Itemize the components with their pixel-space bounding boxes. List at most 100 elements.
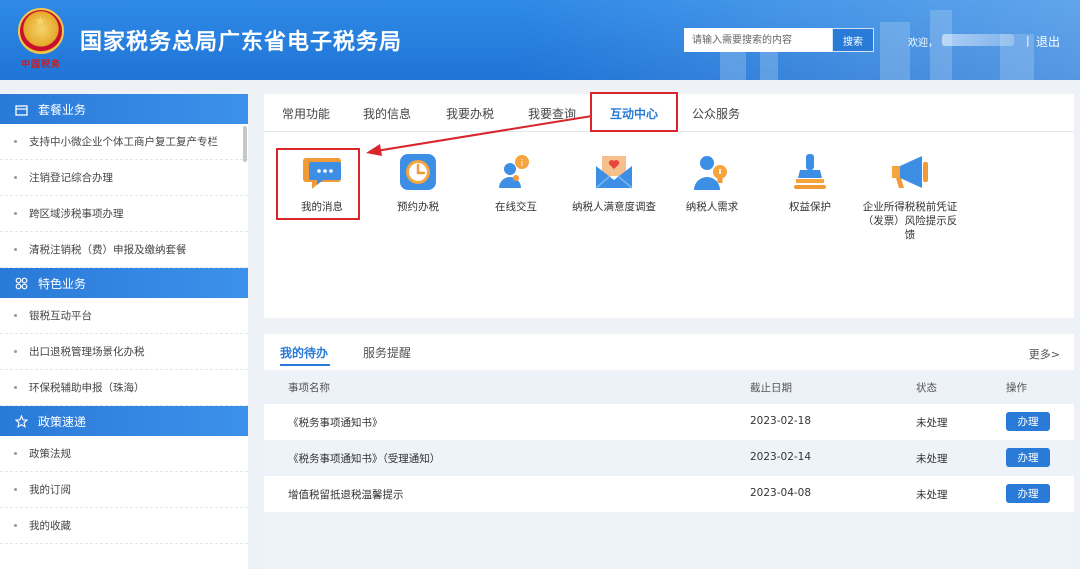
seal-stamp-icon [790, 152, 830, 192]
highlight-box-my-messages [276, 148, 360, 220]
bullet-icon [14, 452, 17, 455]
site-title: 国家税务总局广东省电子税务局 [80, 30, 403, 55]
tab-common-functions[interactable]: 常用功能 [282, 105, 330, 122]
annotation-arrow-icon [366, 115, 593, 156]
person-lightbulb-icon [692, 152, 732, 192]
tax-seal-logo: 中国税务 [20, 60, 61, 70]
column-header: 截止日期 [750, 382, 792, 394]
sidebar-item-label: 注销登记综合办理 [29, 172, 113, 184]
feature-appointment[interactable]: 预约办税 [370, 152, 466, 214]
sidebar-item-label: 我的收藏 [29, 520, 71, 532]
tab-service-reminders[interactable]: 服务提醒 [363, 344, 411, 361]
handle-button[interactable]: 办理 [1006, 484, 1050, 503]
task-name: 《税务事项通知书》（受理通知） [288, 453, 441, 465]
search-button[interactable]: 搜索 [832, 28, 874, 52]
sidebar-section-featured[interactable]: 特色业务 [0, 268, 248, 298]
header-bar: ★ 中国税务 国家税务总局广东省电子税务局 搜索 欢迎， | 退出 [0, 0, 1080, 80]
sidebar-item[interactable]: 政策法规 [0, 436, 248, 472]
bullet-icon [14, 176, 17, 179]
column-header: 操作 [1006, 382, 1027, 394]
sidebar-item[interactable]: 我的收藏 [0, 508, 248, 544]
sidebar-item-label: 我的订阅 [29, 484, 71, 496]
task-deadline: 2023-02-18 [750, 415, 812, 427]
table-row: 增值税留抵退税温馨提示 2023-04-08 未处理 办理 [264, 476, 1074, 512]
bullet-icon [14, 212, 17, 215]
feature-taxpayer-needs[interactable]: 纳税人需求 [664, 152, 760, 214]
section-title: 特色业务 [38, 276, 87, 291]
table-row: 《税务事项通知书》（受理通知） 2023-02-14 未处理 办理 [264, 440, 1074, 476]
bullet-icon [14, 140, 17, 143]
megaphone-icon [890, 152, 930, 192]
more-link[interactable]: 更多> [1029, 346, 1060, 362]
sidebar-item[interactable]: 注销登记综合办理 [0, 160, 248, 196]
task-status: 未处理 [916, 453, 948, 465]
feature-label: 权益保护 [789, 201, 831, 213]
sidebar-item-label: 银税互动平台 [29, 310, 92, 322]
sidebar-item-label: 跨区域涉税事项办理 [29, 208, 124, 220]
header-separator: | [1026, 34, 1030, 47]
task-status: 未处理 [916, 417, 948, 429]
sidebar-item[interactable]: 支持中小微企业个体工商户复工复产专栏 [0, 124, 248, 160]
sidebar-item[interactable]: 我的订阅 [0, 472, 248, 508]
sidebar-item-label: 出口退税管理场景化办税 [29, 346, 145, 358]
sidebar-item-label: 清税注销税（费）申报及缴纳套餐 [29, 244, 187, 256]
svg-text:i: i [521, 159, 524, 169]
table-empty-area [264, 512, 1074, 569]
bullet-icon [14, 248, 17, 251]
column-header: 状态 [916, 382, 937, 394]
feature-label: 在线交互 [495, 201, 537, 213]
box-icon [14, 102, 28, 116]
handle-button[interactable]: 办理 [1006, 448, 1050, 467]
sidebar-item-label: 环保税辅助申报（珠海） [29, 382, 145, 394]
feature-label: 企业所得税税前凭证（发票）风险提示反馈 [862, 201, 958, 241]
task-deadline: 2023-04-08 [750, 487, 812, 499]
envelope-heart-icon [594, 152, 634, 192]
highlight-box-interaction-tab [590, 92, 678, 132]
emblem-star-icon: ★ [34, 14, 47, 30]
column-header: 事项名称 [288, 382, 330, 394]
bullet-icon [14, 524, 17, 527]
skyline-building [880, 22, 910, 80]
sidebar-item[interactable]: 出口退税管理场景化办税 [0, 334, 248, 370]
feature-label: 预约办税 [397, 201, 439, 213]
sidebar-item-label: 支持中小微企业个体工商户复工复产专栏 [29, 136, 218, 148]
welcome-text: 欢迎， [908, 38, 938, 49]
sidebar-item[interactable]: 银税互动平台 [0, 298, 248, 334]
feature-label: 纳税人满意度调查 [572, 201, 656, 213]
sidebar-section-package[interactable]: 套餐业务 [0, 94, 248, 124]
sidebar: 套餐业务 支持中小微企业个体工商户复工复产专栏 注销登记综合办理 跨区域涉税事项… [0, 94, 248, 569]
feature-label: 纳税人需求 [685, 201, 739, 213]
sidebar-item-label: 政策法规 [29, 448, 71, 460]
task-status: 未处理 [916, 489, 948, 501]
tab-my-todo[interactable]: 我的待办 [280, 344, 328, 361]
section-title: 政策速递 [38, 414, 87, 429]
todo-panel: 我的待办 服务提醒 更多> 事项名称 截止日期 状态 操作 《税务事项通知书》 … [264, 334, 1074, 569]
table-row: 《税务事项通知书》 2023-02-18 未处理 办理 [264, 404, 1074, 440]
star-icon [14, 414, 28, 428]
active-tab-underline [280, 364, 330, 366]
grid-icon [14, 276, 28, 290]
logout-link[interactable]: 退出 [1036, 33, 1060, 50]
tab-public-services[interactable]: 公众服务 [692, 105, 740, 122]
task-deadline: 2023-02-14 [750, 451, 812, 463]
feature-satisfaction-survey[interactable]: 纳税人满意度调查 [566, 152, 662, 214]
bullet-icon [14, 488, 17, 491]
handle-button[interactable]: 办理 [1006, 412, 1050, 431]
sidebar-item[interactable]: 跨区域涉税事项办理 [0, 196, 248, 232]
feature-rights-protection[interactable]: 权益保护 [762, 152, 858, 214]
table-header: 事项名称 截止日期 状态 操作 [264, 370, 1074, 404]
feature-invoice-risk-feedback[interactable]: 企业所得税税前凭证（发票）风险提示反馈 [860, 152, 960, 242]
search-input[interactable] [684, 28, 832, 52]
sidebar-section-policy[interactable]: 政策速递 [0, 406, 248, 436]
task-name: 增值税留抵退税温馨提示 [288, 489, 404, 501]
bullet-icon [14, 314, 17, 317]
sidebar-item[interactable]: 清税注销税（费）申报及缴纳套餐 [0, 232, 248, 268]
task-name: 《税务事项通知书》 [288, 417, 383, 429]
feature-online-interaction[interactable]: i 在线交互 [468, 152, 564, 214]
bullet-icon [14, 386, 17, 389]
bullet-icon [14, 350, 17, 353]
user-name-redacted [942, 34, 1014, 46]
sidebar-scrollbar[interactable] [243, 126, 247, 162]
section-title: 套餐业务 [38, 102, 87, 117]
sidebar-item[interactable]: 环保税辅助申报（珠海） [0, 370, 248, 406]
